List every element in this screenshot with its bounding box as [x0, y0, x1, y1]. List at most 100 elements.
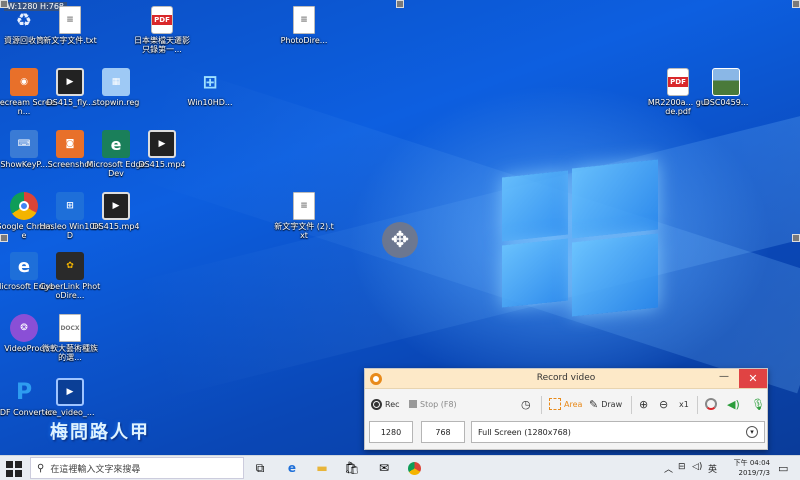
zoom-in-icon: ⊕	[639, 397, 649, 411]
speaker-button[interactable]: ◀)	[727, 396, 740, 412]
recorder-title: Record video	[536, 373, 596, 383]
task-view-button[interactable]: ⧉	[250, 459, 270, 477]
text-file-icon: ≡	[59, 6, 81, 34]
webcam-button[interactable]	[705, 396, 717, 412]
windows-icon: ⊞	[202, 71, 218, 93]
resize-handle-right[interactable]	[792, 234, 800, 242]
clock-date: 2019/7/3	[738, 469, 770, 477]
close-button[interactable]: ✕	[739, 369, 767, 388]
minimize-button[interactable]: —	[719, 371, 729, 382]
zoom-out-icon: ⊖	[659, 397, 669, 411]
pdf-file-icon: PDF	[151, 6, 173, 34]
mail-icon: ✉	[378, 461, 390, 475]
video-file-icon: ▶	[56, 68, 84, 96]
taskbar: ⚲ 在這裡輸入文字來搜尋 ⧉ e ▬ 🛍 ✉ ︿ ⊟ ◁) 英 下午 04:04…	[0, 455, 800, 480]
resize-handle-top-right[interactable]	[792, 0, 800, 8]
desktop-icon-stopwin[interactable]: ▦ stopwin.reg	[86, 68, 146, 107]
desktop-icon-cyberlink[interactable]: ✿ CyberLink PhotoDire...	[40, 252, 100, 300]
rec-button[interactable]: Rec	[371, 396, 400, 412]
windows-logo	[500, 159, 660, 320]
move-handle-icon[interactable]: ✥	[382, 222, 418, 258]
notifications-icon[interactable]: ▭	[778, 462, 788, 475]
taskbar-chrome[interactable]	[404, 459, 424, 477]
taskbar-search-box[interactable]: ⚲ 在這裡輸入文字來搜尋	[30, 457, 244, 479]
desktop-icon-dsc0459[interactable]: DSC0459...	[696, 68, 756, 107]
recorder-toolbar: Rec Stop (F8) ◷ Area ✎ Draw ⊕ ⊖ x1 ◀) 🎙	[365, 393, 767, 417]
pencil-icon: ✎	[589, 397, 599, 411]
record-video-panel: Record video — ✕ Rec Stop (F8) ◷ Area ✎ …	[364, 368, 768, 450]
speaker-icon: ◀)	[727, 397, 740, 411]
timer-button[interactable]: ◷	[521, 396, 531, 412]
registry-file-icon: ▦	[102, 68, 130, 96]
microphone-button[interactable]: 🎙	[751, 396, 765, 412]
stop-button[interactable]: Stop (F8)	[409, 396, 457, 412]
docx-file-icon: DOCX	[59, 314, 81, 342]
taskbar-mail[interactable]: ✉	[374, 459, 394, 477]
capture-mode-select[interactable]: Full Screen (1280x768) ▾	[471, 421, 765, 443]
chrome-icon	[407, 461, 421, 475]
taskbar-edge[interactable]: e	[282, 459, 302, 477]
resize-handle-top-left[interactable]	[0, 0, 8, 8]
zoom-out-button[interactable]: ⊖	[659, 396, 668, 412]
task-view-icon: ⧉	[255, 460, 265, 475]
resize-handle-left[interactable]	[0, 234, 8, 242]
width-input[interactable]: 1280	[369, 421, 413, 443]
desktop-icon-win10hd[interactable]: ⊞ Win10HD...	[180, 68, 240, 108]
video-file-icon: ▶	[56, 378, 84, 406]
stop-icon	[409, 400, 417, 408]
taskbar-file-explorer[interactable]: ▬	[312, 459, 332, 477]
clock-time: 下午 04:04	[733, 459, 770, 467]
cyberlink-icon: ✿	[56, 252, 84, 280]
ime-indicator[interactable]: 英	[708, 462, 717, 475]
recorder-titlebar[interactable]: Record video — ✕	[365, 369, 767, 389]
desktop-icon-text-file[interactable]: ≡ 新文字文件.txt	[40, 6, 100, 45]
microphone-icon: 🎙	[751, 397, 765, 411]
photo-file-icon	[712, 68, 740, 96]
recycle-bin-icon: ♻	[15, 9, 33, 31]
store-icon: 🛍	[344, 461, 360, 475]
record-icon	[371, 398, 382, 410]
pdf-file-icon: PDF	[667, 68, 689, 96]
system-clock[interactable]: 下午 04:04 2019/7/3	[734, 458, 770, 478]
start-button[interactable]	[6, 461, 22, 477]
desktop-icon-ice-video[interactable]: ▶ ice_video_...	[40, 378, 100, 417]
text-file-icon: ≡	[293, 192, 315, 220]
icecream-icon: ◉	[10, 68, 38, 96]
timer-icon: ◷	[521, 397, 531, 411]
edge-dev-icon: e	[102, 130, 130, 158]
search-icon: ⚲	[37, 462, 45, 474]
tray-overflow-icon[interactable]: ︿	[664, 462, 673, 475]
recorder-size-row: 1280 768 Full Screen (1280x768) ▾	[365, 421, 767, 447]
desktop-icon-ds415-mp4[interactable]: ▶ DS415.mp4	[132, 130, 192, 169]
film-reel-icon: ❂	[10, 314, 38, 342]
height-input[interactable]: 768	[421, 421, 465, 443]
chrome-icon	[10, 192, 38, 220]
camera-icon: ◙	[56, 130, 84, 158]
edge-icon: e	[287, 461, 297, 475]
desktop-icon-ds415-mp4-b[interactable]: ▶ DS415.mp4	[86, 192, 146, 231]
windows-start-icon	[6, 461, 22, 477]
windows-icon: ⊞	[56, 192, 84, 220]
desktop-icon-text-file-2[interactable]: ≡ 新文字文件 (2).txt	[274, 192, 334, 240]
area-button[interactable]: Area	[549, 396, 582, 412]
desktop-icon-pdf-japan[interactable]: PDF 日本樂檔天遷影只錄第一...	[132, 6, 192, 54]
taskbar-store[interactable]: 🛍	[342, 459, 362, 477]
network-icon[interactable]: ⊟	[678, 462, 686, 472]
chevron-down-icon: ▾	[746, 426, 758, 438]
desktop-icon-photodirector[interactable]: ≡ PhotoDire...	[274, 6, 334, 45]
zoom-in-button[interactable]: ⊕	[639, 396, 648, 412]
resize-handle-top[interactable]	[396, 0, 404, 8]
text-file-icon: ≡	[293, 6, 315, 34]
folder-icon: ▬	[316, 461, 328, 475]
watermark-logo: 梅問路人甲	[50, 422, 150, 443]
desktop-icon-docx[interactable]: DOCX 微軟大藝術種族的選...	[40, 314, 100, 362]
volume-icon[interactable]: ◁)	[692, 462, 702, 472]
webcam-icon	[705, 398, 717, 410]
zoom-level: x1	[679, 399, 689, 409]
video-file-icon: ▶	[148, 130, 176, 158]
pdf-converter-icon: P	[15, 379, 33, 405]
keyboard-icon: ⌨	[10, 130, 38, 158]
draw-button[interactable]: ✎ Draw	[589, 396, 622, 412]
video-file-icon: ▶	[102, 192, 130, 220]
search-placeholder: 在這裡輸入文字來搜尋	[50, 464, 141, 475]
